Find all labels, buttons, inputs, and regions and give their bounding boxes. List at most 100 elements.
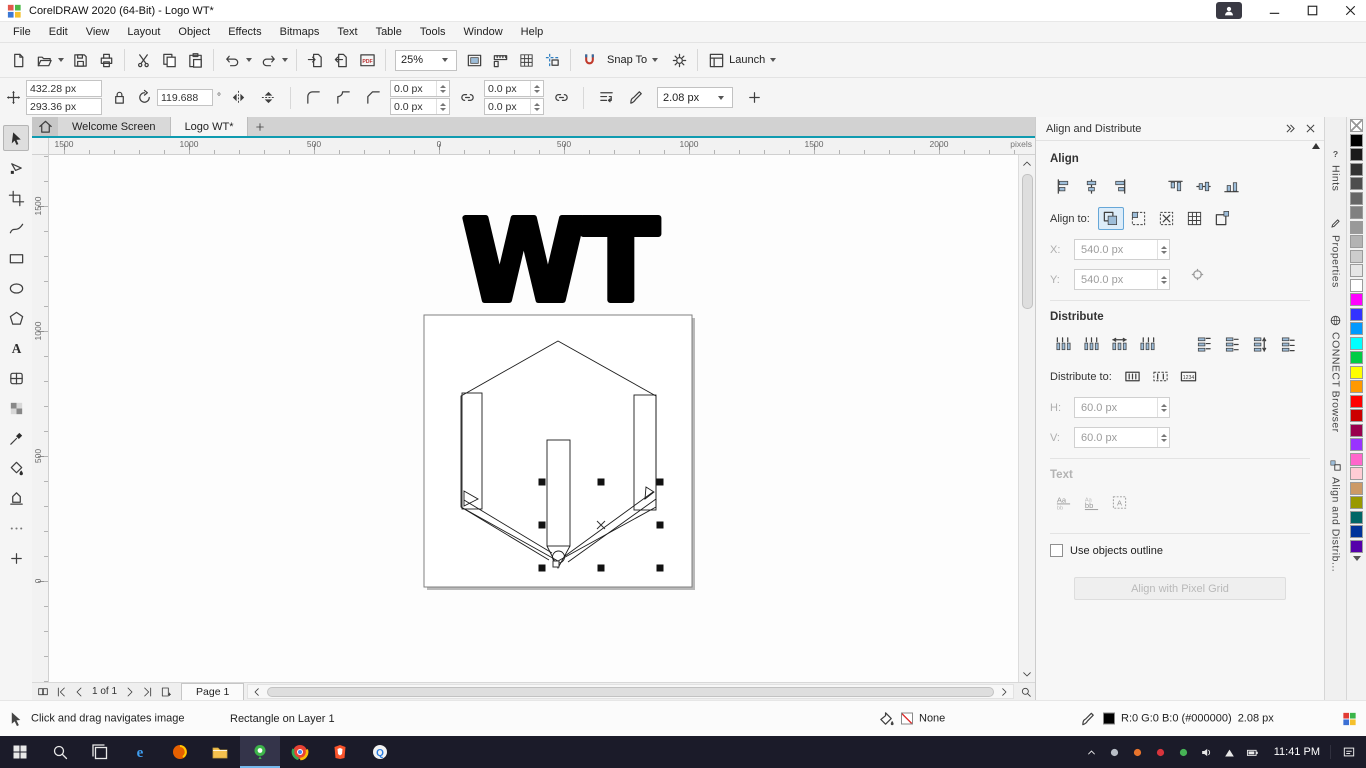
distribute-left-button[interactable] (1050, 333, 1076, 356)
copy-button[interactable] (156, 47, 182, 73)
zoom-level-combobox[interactable]: 25% (395, 50, 457, 71)
menu-effects[interactable]: Effects (219, 23, 270, 41)
color-swatch[interactable] (1350, 351, 1363, 364)
shape-tool[interactable] (3, 155, 29, 181)
add-tool-tool[interactable] (3, 545, 29, 571)
docker-tab-align-and-distrib-[interactable]: Align and Distrib... (1329, 459, 1342, 572)
color-swatch[interactable] (1350, 540, 1363, 553)
mesh-fill-tool[interactable] (3, 395, 29, 421)
spinner[interactable] (1157, 398, 1167, 417)
chamfered-corner-button[interactable] (360, 85, 386, 111)
docker-tab-connect-browser[interactable]: CONNECT Browser (1329, 314, 1342, 433)
paste-button[interactable] (182, 47, 208, 73)
lock-ratio-button[interactable] (106, 85, 132, 111)
color-swatch[interactable] (1350, 192, 1363, 205)
rotation-field[interactable]: 119.688 (157, 89, 213, 106)
new-document-button[interactable] (5, 47, 31, 73)
welcome-screen-home-button[interactable] (32, 117, 58, 136)
menu-table[interactable]: Table (367, 23, 411, 41)
show-guidelines-button[interactable] (539, 47, 565, 73)
color-swatch[interactable] (1350, 511, 1363, 524)
wrap-text-button[interactable] (593, 85, 619, 111)
docker-scroll-up[interactable] (1312, 143, 1320, 149)
snap-to-dropdown[interactable] (652, 58, 658, 62)
color-swatch[interactable] (1350, 482, 1363, 495)
color-swatch[interactable] (1350, 453, 1363, 466)
align-to-active-objects-button[interactable] (1098, 207, 1124, 230)
chrome-taskbar-button[interactable] (280, 736, 320, 768)
menu-object[interactable]: Object (169, 23, 219, 41)
color-swatch[interactable] (1350, 496, 1363, 509)
color-swatch[interactable] (1350, 337, 1363, 350)
import-button[interactable] (302, 47, 328, 73)
menu-help[interactable]: Help (512, 23, 553, 41)
docker-tab-properties[interactable]: Properties (1329, 217, 1342, 288)
spinner[interactable] (1157, 270, 1167, 289)
rectangle-tool[interactable] (3, 245, 29, 271)
distribute-center-horizontal-button[interactable] (1078, 333, 1104, 356)
align-to-grid-button[interactable] (1182, 207, 1208, 230)
y-field[interactable]: 540.0 px (1074, 269, 1170, 290)
color-swatch[interactable] (1350, 308, 1363, 321)
search-taskbar-button[interactable] (40, 736, 80, 768)
h-field[interactable]: 60.0 px (1074, 397, 1170, 418)
text-baseline-first-button[interactable]: Aabb (1050, 491, 1076, 514)
menu-edit[interactable]: Edit (40, 23, 77, 41)
tray-app-4-button[interactable] (1172, 736, 1195, 768)
fixed-distance-button[interactable]: 1234 (1176, 365, 1202, 388)
snap-to-button[interactable] (576, 47, 602, 73)
navigator-button[interactable] (1017, 683, 1035, 700)
corner-radius-tl-field[interactable]: 0.0 px (390, 80, 450, 97)
firefox-taskbar-button[interactable] (160, 736, 200, 768)
spinner[interactable] (530, 81, 540, 96)
align-to-page-edge-button[interactable] (1126, 207, 1152, 230)
edit-corners-together-button[interactable] (454, 85, 480, 111)
menu-bitmaps[interactable]: Bitmaps (271, 23, 329, 41)
specify-point-button[interactable] (1184, 263, 1210, 286)
freehand-tool[interactable] (3, 215, 29, 241)
color-swatch[interactable] (1350, 322, 1363, 335)
vertical-scrollbar[interactable] (1018, 155, 1035, 682)
vertical-scroll-thumb[interactable] (1022, 174, 1033, 309)
undo-button[interactable] (219, 47, 245, 73)
open-dropdown[interactable] (58, 58, 64, 62)
edge-taskbar-button[interactable]: e (120, 736, 160, 768)
use-objects-outline-checkbox[interactable] (1050, 544, 1063, 557)
distribute-right-button[interactable] (1134, 333, 1160, 356)
docker-close-button[interactable] (1300, 119, 1320, 139)
position-x-field[interactable]: 432.28 px (26, 80, 102, 97)
battery-button[interactable] (1241, 736, 1264, 768)
start-taskbar-button[interactable] (0, 736, 40, 768)
menu-file[interactable]: File (4, 23, 40, 41)
export-button[interactable] (328, 47, 354, 73)
spinner[interactable] (436, 81, 446, 96)
align-center-vertical-button[interactable] (1190, 175, 1216, 198)
hidden-icons-chevron-button[interactable] (1080, 736, 1103, 768)
menu-window[interactable]: Window (455, 23, 512, 41)
action-center-button[interactable] (1330, 745, 1366, 759)
align-center-horizontal-button[interactable] (1078, 175, 1104, 198)
color-swatch[interactable] (1350, 235, 1363, 248)
outline-width-combobox[interactable]: 2.08 px (657, 87, 733, 108)
horizontal-scroll-thumb[interactable] (267, 687, 994, 697)
color-swatch[interactable] (1350, 409, 1363, 422)
menu-text[interactable]: Text (328, 23, 366, 41)
text-tool[interactable]: A (3, 335, 29, 361)
no-color-swatch[interactable] (1350, 119, 1363, 132)
align-left-button[interactable] (1050, 175, 1076, 198)
mirror-horizontal-button[interactable] (225, 85, 251, 111)
canvas[interactable]: WT (49, 155, 1018, 682)
coreldraw-taskbar-button[interactable] (240, 736, 280, 768)
fill-none-swatch[interactable] (901, 713, 913, 725)
use-objects-outline-row[interactable]: Use objects outline (1050, 544, 1310, 557)
align-right-button[interactable] (1106, 175, 1132, 198)
horizontal-ruler[interactable]: 150010005000500100015002000pixels (49, 138, 1035, 155)
full-screen-preview-button[interactable] (461, 47, 487, 73)
color-swatch[interactable] (1350, 177, 1363, 190)
text-bounding-box-button[interactable]: A (1106, 491, 1132, 514)
color-swatch[interactable] (1350, 279, 1363, 292)
spinner[interactable] (1157, 240, 1167, 259)
corner-radius-bl-field[interactable]: 0.0 px (390, 98, 450, 115)
align-bottom-button[interactable] (1218, 175, 1244, 198)
zoom-dropdown[interactable] (442, 58, 448, 62)
